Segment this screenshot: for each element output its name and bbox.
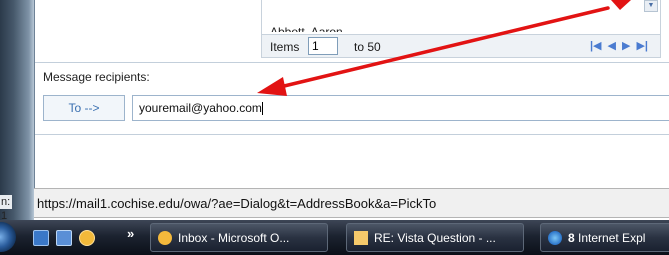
ie-icon [548,231,562,245]
section-divider [35,62,669,63]
quicklaunch-chevron[interactable]: » [127,226,134,241]
outlook-icon [158,231,172,245]
status-bar: https://mail1.cochise.edu/owa/?ae=Dialog… [34,188,669,218]
taskbar: » Inbox - Microsoft O... RE: Vista Quest… [0,220,669,255]
to-field-value: youremail@yahoo.com [139,101,262,115]
pager-items-label: Items [270,40,300,54]
pager-to-label: to 50 [354,40,381,54]
taskbar-button-label: Inbox - Microsoft O... [178,231,290,245]
message-recipients-label: Message recipients: [43,70,150,84]
to-button[interactable]: To --> [43,95,125,121]
address-book-area: Abbott, Aaron ▼ Items to 50 |◀ ◀ ▶ ▶| [35,0,669,62]
contact-row-partial[interactable]: Abbott, Aaron [270,22,343,32]
window-frame-left: n: 1 [0,0,34,222]
start-button[interactable] [0,222,16,252]
previous-page-icon[interactable]: ◀ [608,39,616,52]
recipients-divider [35,134,669,135]
scroll-down-icon[interactable]: ▼ [644,0,658,12]
pager-navigation: |◀ ◀ ▶ ▶| [590,39,648,52]
text-caret [261,102,263,116]
taskbar-button-label: RE: Vista Question - ... [374,231,496,245]
switch-windows-icon[interactable] [56,230,72,246]
contact-list[interactable]: Abbott, Aaron ▼ [261,0,661,34]
pager-bar: Items to 50 |◀ ◀ ▶ ▶| [261,34,661,58]
status-url: https://mail1.cochise.edu/owa/?ae=Dialog… [37,196,437,211]
to-recipients-field[interactable]: youremail@yahoo.com [132,95,669,121]
last-page-icon[interactable]: ▶| [636,39,648,52]
taskbar-button-label: Internet Expl [578,231,646,245]
clipped-label: n: 1 [0,195,12,222]
taskbar-button-vista-question[interactable]: RE: Vista Question - ... [346,223,524,252]
show-desktop-icon[interactable] [33,230,49,246]
mail-icon [354,231,368,245]
taskbar-button-internet-explorer[interactable]: 8 Internet Expl [540,223,669,252]
address-book-dialog: Abbott, Aaron ▼ Items to 50 |◀ ◀ ▶ ▶| Me… [34,0,669,188]
window-count: 8 [568,231,575,245]
pager-start-input[interactable] [308,37,338,55]
next-page-icon[interactable]: ▶ [622,39,630,52]
outlook-quicklaunch-icon[interactable] [79,230,95,246]
taskbar-button-inbox[interactable]: Inbox - Microsoft O... [150,223,328,252]
first-page-icon[interactable]: |◀ [590,39,602,52]
